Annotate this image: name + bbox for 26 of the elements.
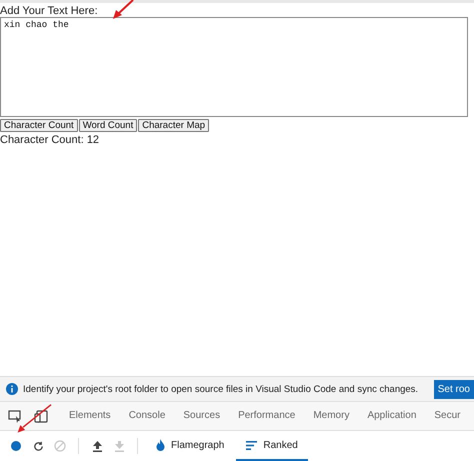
field-label: Add Your Text Here: bbox=[0, 5, 98, 17]
action-button[interactable]: Character Count bbox=[0, 119, 78, 132]
devtools-tab[interactable]: Elements bbox=[60, 402, 120, 430]
devtools-tab[interactable]: Sources bbox=[174, 402, 230, 430]
text-area[interactable]: xin chao the bbox=[0, 17, 468, 117]
devtools-tab[interactable]: Memory bbox=[304, 402, 358, 430]
record-icon bbox=[11, 441, 21, 451]
info-message: Identify your project's root folder to open source files in Visual Studio Code and sync changes. bbox=[23, 384, 418, 394]
devtools-tab[interactable]: Secur bbox=[425, 402, 470, 430]
upload-icon bbox=[92, 440, 102, 452]
ranked-list-icon bbox=[246, 440, 258, 450]
info-icon bbox=[6, 383, 18, 395]
action-button[interactable]: Word Count bbox=[78, 119, 138, 132]
reload-icon bbox=[32, 440, 44, 452]
set-root-button[interactable]: Set roo bbox=[434, 380, 474, 398]
annotation-arrow bbox=[112, 0, 134, 20]
devtools-tab[interactable]: Application bbox=[358, 402, 426, 430]
clear-icon bbox=[54, 440, 66, 452]
download-icon bbox=[114, 440, 124, 452]
view-tab[interactable]: Ranked bbox=[236, 431, 308, 461]
result-text: Character Count: 12 bbox=[0, 134, 100, 146]
devtools-tab[interactable]: Performance bbox=[229, 402, 304, 430]
action-button[interactable]: Character Map bbox=[138, 119, 210, 132]
flame-icon bbox=[156, 439, 165, 451]
devtools-tab[interactable]: Console bbox=[120, 402, 174, 430]
view-tab[interactable]: Flamegraph bbox=[146, 431, 234, 461]
